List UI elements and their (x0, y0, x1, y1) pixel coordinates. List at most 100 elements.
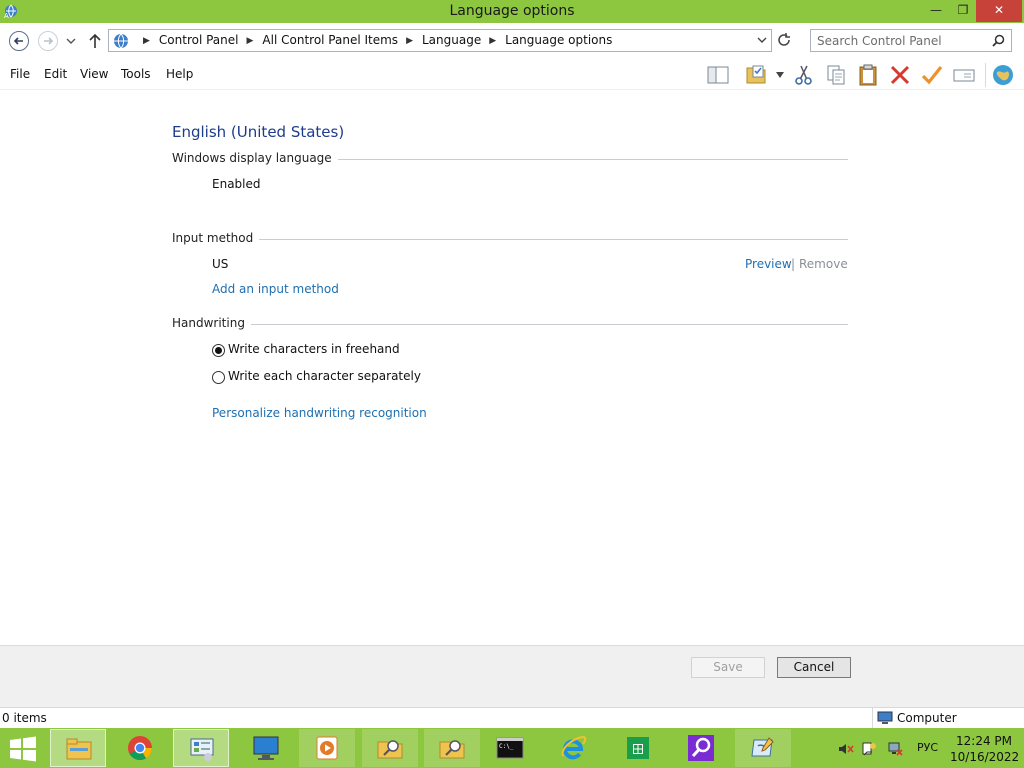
input-method-section: Input method (172, 231, 848, 247)
freehand-label[interactable]: Write characters in freehand (228, 342, 400, 356)
breadcrumb-all-items[interactable]: All Control Panel Items (262, 33, 398, 47)
breadcrumb-separator-icon[interactable]: ▶ (143, 36, 150, 46)
checkmark-icon[interactable] (920, 63, 944, 87)
volume-muted-icon[interactable] (838, 741, 854, 757)
chrome-icon (128, 736, 152, 761)
taskbar: C:\_ РУС 12:24 PM 10/16/2022 (0, 728, 1024, 768)
section-divider (172, 324, 848, 325)
taskbar-command-prompt[interactable]: C:\_ (482, 729, 538, 767)
status-bar: 0 items Computer (0, 707, 1024, 728)
network-disconnected-icon[interactable] (887, 741, 903, 757)
minimize-button[interactable]: — (922, 0, 950, 22)
breadcrumb-separator-icon[interactable]: ▶ (489, 36, 496, 46)
recent-locations-chevron-icon[interactable] (66, 37, 76, 45)
back-button[interactable] (9, 31, 29, 51)
page-title: English (United States) (172, 123, 345, 141)
command-prompt-icon: C:\_ (496, 737, 524, 759)
taskbar-journal[interactable] (735, 729, 791, 767)
add-input-method-link[interactable]: Add an input method (212, 282, 339, 296)
taskbar-search-folder-1[interactable] (362, 729, 418, 767)
paste-icon[interactable] (856, 63, 880, 87)
separate-radio[interactable] (212, 371, 225, 384)
input-method-heading: Input method (172, 231, 260, 245)
cancel-button[interactable]: Cancel (777, 657, 851, 678)
clock-date[interactable]: 10/16/2022 (950, 750, 1019, 764)
menu-view[interactable]: View (80, 67, 108, 81)
windows-start-icon[interactable] (8, 736, 38, 762)
display-language-heading: Windows display language (172, 151, 338, 165)
control-panel-icon (190, 738, 214, 761)
taskbar-media-player[interactable] (299, 729, 355, 767)
preview-pane-icon[interactable] (706, 63, 730, 87)
restore-button[interactable]: ❐ (950, 0, 976, 22)
up-arrow-icon[interactable] (88, 33, 102, 49)
menu-file[interactable]: File (10, 67, 30, 81)
handwriting-heading: Handwriting (172, 316, 251, 330)
rename-icon[interactable] (952, 63, 976, 87)
computer-icon (877, 711, 893, 724)
menu-edit[interactable]: Edit (44, 67, 67, 81)
preview-link[interactable]: Preview (745, 257, 792, 271)
search-box[interactable] (810, 29, 1012, 52)
taskbar-computer[interactable] (238, 729, 294, 767)
properties-dropdown-chevron-icon[interactable] (776, 72, 784, 78)
status-location: Computer (897, 711, 957, 725)
clock-time[interactable]: 12:24 PM (956, 734, 1012, 748)
personalize-handwriting-link[interactable]: Personalize handwriting recognition (212, 406, 427, 420)
freehand-radio[interactable] (212, 344, 225, 357)
internet-explorer-icon (561, 735, 587, 760)
store-icon (627, 737, 649, 759)
delete-icon[interactable] (888, 63, 912, 87)
taskbar-store[interactable] (610, 729, 666, 767)
breadcrumb-separator-icon[interactable]: ▶ (247, 36, 254, 46)
file-explorer-icon (66, 738, 92, 760)
svg-text:C:\_: C:\_ (499, 743, 514, 750)
search-input[interactable] (817, 33, 987, 48)
input-method-name: US (212, 257, 229, 271)
input-language-indicator[interactable]: РУС (917, 741, 938, 754)
display-language-status: Enabled (212, 177, 261, 191)
menu-bar: File Edit View Tools Help (0, 59, 1024, 90)
computer-monitor-icon (253, 736, 279, 760)
address-bar[interactable]: ▶ Control Panel ▶ All Control Panel Items ▶ L… (108, 29, 772, 52)
taskbar-file-explorer[interactable] (50, 729, 106, 767)
forward-button[interactable] (38, 31, 58, 51)
address-dropdown-chevron-icon[interactable] (757, 34, 767, 46)
search-folder-icon (439, 740, 465, 759)
save-button[interactable]: Save (691, 657, 765, 678)
taskbar-internet-explorer[interactable] (545, 729, 601, 767)
remove-link[interactable]: Remove (799, 257, 848, 271)
breadcrumb-language-options[interactable]: Language options (505, 33, 612, 47)
properties-icon[interactable] (744, 63, 768, 87)
taskbar-search-folder-2[interactable] (424, 729, 480, 767)
handwriting-section: Handwriting (172, 316, 848, 332)
button-footer: Save Cancel (0, 645, 1024, 707)
taskbar-chrome[interactable] (112, 729, 168, 767)
breadcrumb: ▶ Control Panel ▶ All Control Panel Items ▶ L… (135, 33, 612, 47)
section-divider (172, 239, 848, 240)
taskbar-control-panel[interactable] (173, 729, 229, 767)
link-separator: | (791, 257, 796, 271)
close-button[interactable]: ✕ (976, 0, 1022, 22)
title-bar: A Language options — ❐ ✕ (0, 0, 1024, 23)
copy-icon[interactable] (824, 63, 848, 87)
breadcrumb-separator-icon[interactable]: ▶ (406, 36, 413, 46)
menu-help[interactable]: Help (166, 67, 193, 81)
cut-icon[interactable] (792, 63, 816, 87)
breadcrumb-control-panel[interactable]: Control Panel (159, 33, 239, 47)
internet-globe-icon[interactable] (991, 63, 1015, 87)
action-center-icon[interactable] (861, 741, 877, 757)
address-row: ▶ Control Panel ▶ All Control Panel Items ▶ L… (0, 23, 1024, 59)
windows-journal-icon (751, 737, 774, 757)
taskbar-search-app[interactable] (673, 729, 729, 767)
search-folder-icon (377, 740, 403, 759)
status-divider (872, 708, 873, 728)
search-icon[interactable] (992, 34, 1005, 47)
display-language-section: Windows display language (172, 151, 848, 167)
refresh-icon[interactable] (776, 32, 792, 48)
search-app-icon (688, 735, 714, 761)
media-player-icon (316, 736, 338, 760)
separate-label[interactable]: Write each character separately (228, 369, 421, 383)
breadcrumb-language[interactable]: Language (422, 33, 481, 47)
menu-tools[interactable]: Tools (121, 67, 151, 81)
